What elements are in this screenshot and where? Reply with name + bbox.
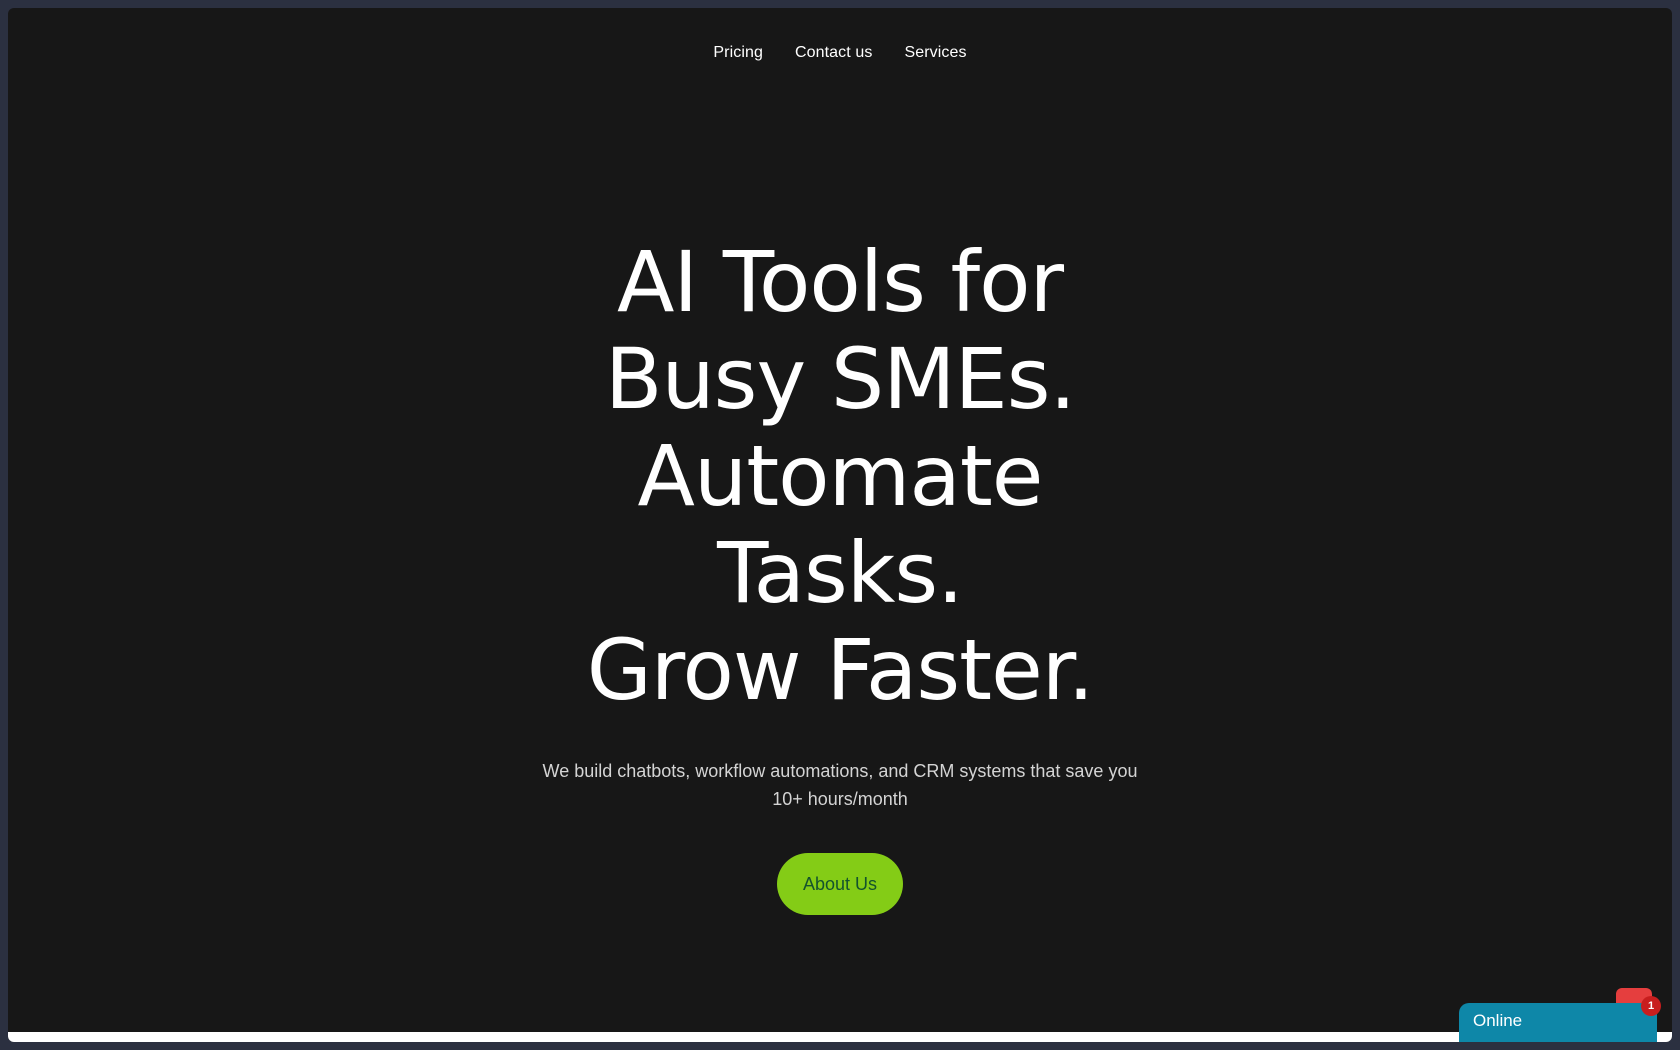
notification-badge: 1 (1641, 996, 1661, 1016)
nav-link-contact-us[interactable]: Contact us (795, 44, 872, 62)
chat-widget-online[interactable]: Online (1459, 1003, 1657, 1042)
headline-line: Busy SMEs. (604, 330, 1076, 428)
top-nav: Pricing Contact us Services (8, 44, 1672, 62)
chat-status-label: Online (1473, 1011, 1523, 1030)
page-frame: Pricing Contact us Services AI Tools for… (8, 8, 1672, 1042)
nav-link-services[interactable]: Services (904, 44, 966, 62)
about-us-button[interactable]: About Us (777, 853, 903, 915)
bottom-bar (8, 1032, 1672, 1042)
hero-headline: AI Tools for Busy SMEs. Automate Tasks. … (8, 234, 1672, 719)
hero-section: AI Tools for Busy SMEs. Automate Tasks. … (8, 234, 1672, 915)
headline-line: Tasks. (717, 524, 964, 622)
headline-line: AI Tools for (616, 233, 1064, 331)
headline-line: Grow Faster. (586, 621, 1095, 719)
headline-line: Automate (637, 427, 1044, 525)
hero-subtitle: We build chatbots, workflow automations,… (542, 761, 1138, 809)
nav-link-pricing[interactable]: Pricing (713, 44, 763, 62)
